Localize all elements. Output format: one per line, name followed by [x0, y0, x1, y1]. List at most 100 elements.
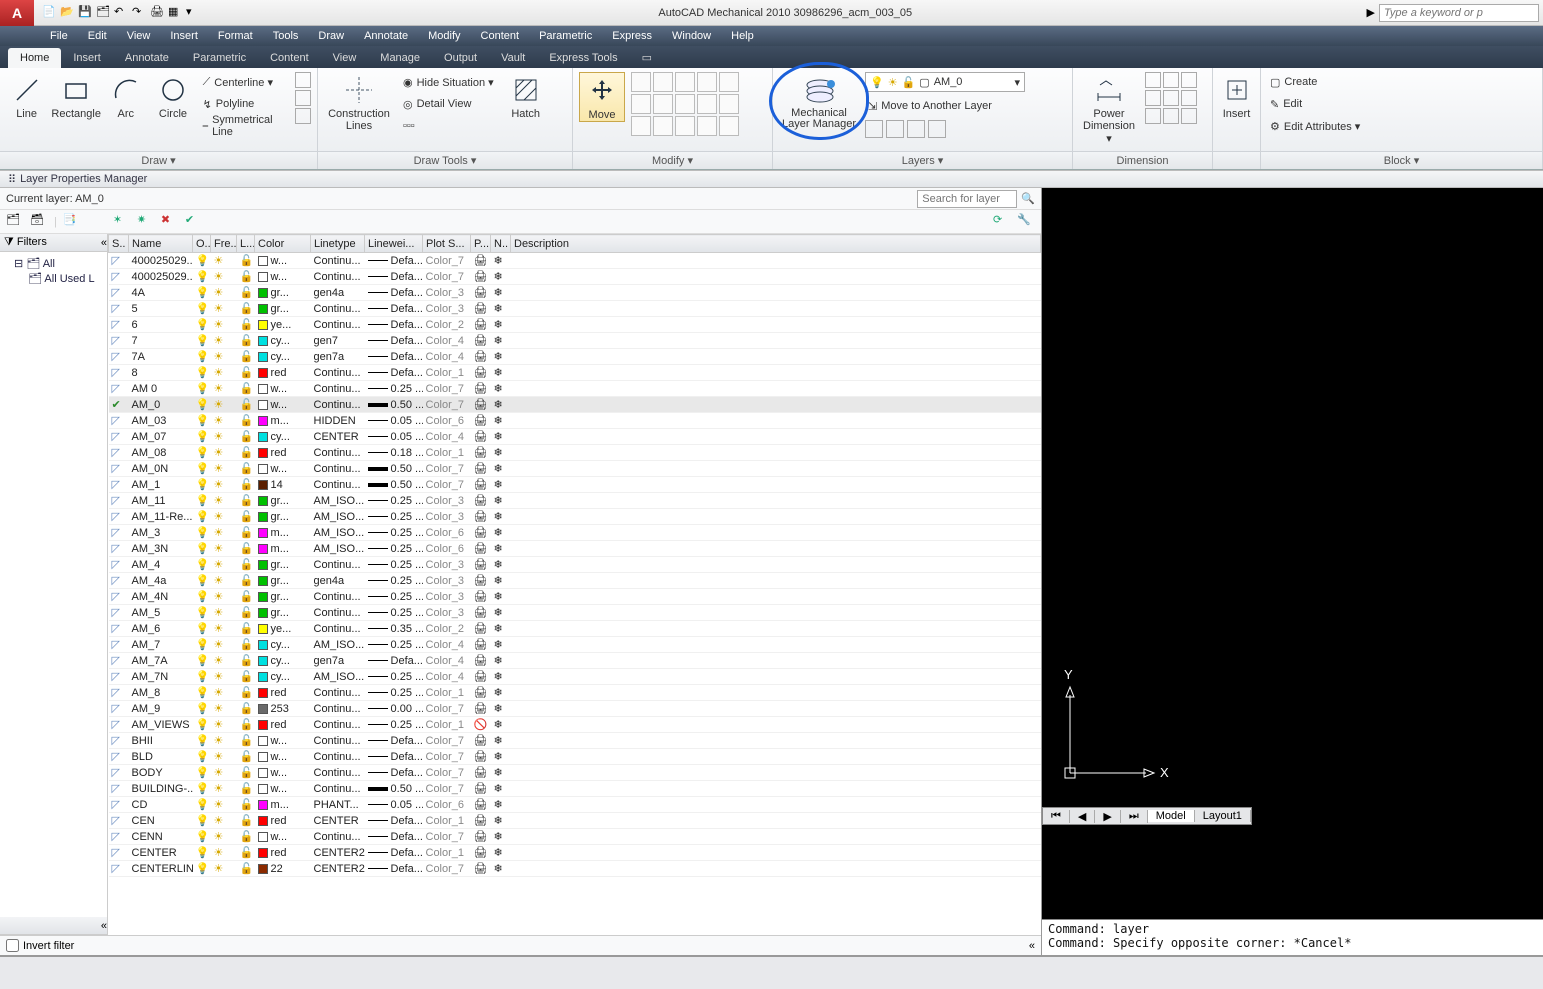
- layer-row[interactable]: ◸AM_VIEWS💡☀🔓 redContinu... 0.25 ...Color…: [109, 717, 1041, 733]
- modify-tool[interactable]: [631, 116, 651, 136]
- menu-window[interactable]: Window: [662, 30, 721, 42]
- menu-insert[interactable]: Insert: [160, 30, 208, 42]
- layer-row[interactable]: ◸BHII💡☀🔓 w...Continu... Defa...Color_7🖨❄: [109, 733, 1041, 749]
- tab-nav-next-icon[interactable]: ▶: [1095, 810, 1120, 823]
- mechanical-layer-manager-button[interactable]: Mechanical Layer Manager: [779, 72, 859, 130]
- dim-tool[interactable]: [1163, 108, 1179, 124]
- menu-format[interactable]: Format: [208, 30, 263, 42]
- qat-saveas-icon[interactable]: 🗂: [96, 5, 112, 21]
- new-filter-icon[interactable]: 🗂: [6, 213, 24, 231]
- layer-row[interactable]: ◸AM_7A💡☀🔓 cy...gen7a Defa...Color_4🖨❄: [109, 653, 1041, 669]
- app-logo[interactable]: A: [0, 0, 34, 26]
- ribbon-tab-vault[interactable]: Vault: [489, 48, 537, 68]
- dim-tool[interactable]: [1163, 90, 1179, 106]
- filters-header[interactable]: ⧩ Filters «: [0, 234, 107, 252]
- drawing-viewport[interactable]: Y X ⏮ ◀ ▶ ⏭ Model Layout1 Command: layer…: [1042, 188, 1543, 955]
- polyline-button[interactable]: ↯Polyline: [200, 94, 289, 114]
- ribbon-tab-focus-icon[interactable]: ▭: [630, 47, 664, 68]
- modify-tool[interactable]: [631, 72, 651, 92]
- qat-redo-icon[interactable]: ↷: [132, 5, 148, 21]
- col-freeze[interactable]: Fre...: [211, 235, 237, 253]
- draw-extra-1[interactable]: [295, 72, 311, 88]
- new-group-icon[interactable]: 🗃: [30, 213, 48, 231]
- col-plot[interactable]: P...: [471, 235, 491, 253]
- panel-modify-label[interactable]: Modify ▾: [573, 151, 772, 169]
- layer-row[interactable]: ◸400025029...💡☀🔓 w...Continu... Defa...C…: [109, 269, 1041, 285]
- modify-tool[interactable]: [697, 94, 717, 114]
- layer-row[interactable]: ◸AM_03💡☀🔓 m...HIDDEN 0.05 ...Color_6🖨❄: [109, 413, 1041, 429]
- layer-row[interactable]: ◸AM_3💡☀🔓 m...AM_ISO... 0.25 ...Color_6🖨❄: [109, 525, 1041, 541]
- layer-row[interactable]: ◸AM_9💡☀🔓 253Continu... 0.00 ...Color_7🖨❄: [109, 701, 1041, 717]
- layer-row[interactable]: ◸AM_07💡☀🔓 cy...CENTER 0.05 ...Color_4🖨❄: [109, 429, 1041, 445]
- ribbon-tab-content[interactable]: Content: [258, 48, 321, 68]
- new-layer-icon[interactable]: ✶: [113, 213, 131, 231]
- menu-content[interactable]: Content: [471, 30, 530, 42]
- new-layer-vp-icon[interactable]: ✷: [137, 213, 155, 231]
- lpm-grip-icon[interactable]: ⠿: [8, 173, 16, 186]
- layer-row[interactable]: ◸AM_11-Re...💡☀🔓 gr...AM_ISO... 0.25 ...C…: [109, 509, 1041, 525]
- modify-tool[interactable]: [697, 72, 717, 92]
- qat-save-icon[interactable]: 💾: [78, 5, 94, 21]
- block-edit-button[interactable]: ✎Edit: [1267, 94, 1363, 114]
- menu-annotate[interactable]: Annotate: [354, 30, 418, 42]
- layer-row[interactable]: ◸AM_4💡☀🔓 gr...Continu... 0.25 ...Color_3…: [109, 557, 1041, 573]
- col-color[interactable]: Color: [255, 235, 311, 253]
- delete-layer-icon[interactable]: ✖: [161, 213, 179, 231]
- layer-tool[interactable]: [907, 120, 925, 138]
- modify-tool[interactable]: [719, 116, 739, 136]
- layer-row[interactable]: ◸CENN💡☀🔓 w...Continu... Defa...Color_7🖨❄: [109, 829, 1041, 845]
- layer-row[interactable]: ◸CENTERLINE💡☀🔓 22CENTER2 Defa...Color_7🖨…: [109, 861, 1041, 877]
- col-plotstyle[interactable]: Plot S...: [423, 235, 471, 253]
- menu-view[interactable]: View: [117, 30, 161, 42]
- menu-file[interactable]: File: [40, 30, 78, 42]
- construction-lines-button[interactable]: Construction Lines: [324, 72, 394, 132]
- layer-row[interactable]: ◸CENTER💡☀🔓 redCENTER2 Defa...Color_1🖨❄: [109, 845, 1041, 861]
- qat-open-icon[interactable]: 📂: [60, 5, 76, 21]
- layer-states-icon[interactable]: 📑: [63, 213, 81, 231]
- panel-dimension-label[interactable]: Dimension: [1073, 151, 1212, 169]
- modify-tool[interactable]: [653, 116, 673, 136]
- line-button[interactable]: Line: [6, 72, 47, 120]
- layer-row[interactable]: ◸AM_8💡☀🔓 redContinu... 0.25 ...Color_1🖨❄: [109, 685, 1041, 701]
- col-description[interactable]: Description: [511, 235, 1041, 253]
- modify-tool[interactable]: [653, 72, 673, 92]
- draw-extra-2[interactable]: [295, 90, 311, 106]
- layer-row[interactable]: ◸BUILDING-...💡☀🔓 w...Continu... 0.50 ...…: [109, 781, 1041, 797]
- ribbon-tab-view[interactable]: View: [321, 48, 369, 68]
- ribbon-tab-output[interactable]: Output: [432, 48, 489, 68]
- layer-row[interactable]: ◸CD💡☀🔓 m...PHANT... 0.05 ...Color_6🖨❄: [109, 797, 1041, 813]
- layer-row[interactable]: ◸4A💡☀🔓 gr...gen4a Defa...Color_3🖨❄: [109, 285, 1041, 301]
- dim-tool[interactable]: [1145, 72, 1161, 88]
- col-on[interactable]: O..: [193, 235, 211, 253]
- ribbon-tab-expresstools[interactable]: Express Tools: [537, 48, 629, 68]
- layer-row[interactable]: ◸7A💡☀🔓 cy...gen7a Defa...Color_4🖨❄: [109, 349, 1041, 365]
- modify-tool[interactable]: [675, 72, 695, 92]
- dim-tool[interactable]: [1163, 72, 1179, 88]
- rectangle-button[interactable]: Rectangle: [53, 72, 99, 120]
- col-lineweight[interactable]: Linewei...: [365, 235, 423, 253]
- layer-tool[interactable]: [865, 120, 883, 138]
- tab-nav-prev-icon[interactable]: ◀: [1070, 810, 1095, 823]
- panel-block-label[interactable]: Block ▾: [1261, 151, 1542, 169]
- menu-help[interactable]: Help: [721, 30, 764, 42]
- modify-tool[interactable]: [697, 116, 717, 136]
- move-to-another-layer-button[interactable]: ⇲Move to Another Layer: [865, 96, 1025, 116]
- qat-undo-icon[interactable]: ↶: [114, 5, 130, 21]
- layer-row[interactable]: ◸AM_7💡☀🔓 cy...AM_ISO... 0.25 ...Color_4🖨…: [109, 637, 1041, 653]
- panel-drawtools-label[interactable]: Draw Tools ▾: [318, 151, 572, 169]
- col-status[interactable]: S..: [109, 235, 129, 253]
- layer-row[interactable]: ◸BLD💡☀🔓 w...Continu... Defa...Color_7🖨❄: [109, 749, 1041, 765]
- modify-tool[interactable]: [675, 94, 695, 114]
- panel-layers-label[interactable]: Layers ▾: [773, 151, 1072, 169]
- detail-view-button[interactable]: ◎Detail View: [400, 94, 497, 114]
- keyword-search-input[interactable]: [1379, 4, 1539, 22]
- dim-tool[interactable]: [1181, 72, 1197, 88]
- centerline-button[interactable]: ⟋Centerline ▾: [200, 72, 289, 92]
- layer-row[interactable]: ◸BODY💡☀🔓 w...Continu... Defa...Color_7🖨❄: [109, 765, 1041, 781]
- layer-row[interactable]: ◸AM_11💡☀🔓 gr...AM_ISO... 0.25 ...Color_3…: [109, 493, 1041, 509]
- layer-row[interactable]: ◸AM 0💡☀🔓 w...Continu... 0.25 ...Color_7🖨…: [109, 381, 1041, 397]
- qat-dd-icon[interactable]: ▾: [186, 5, 202, 21]
- search-icon[interactable]: 🔍: [1021, 192, 1035, 205]
- menu-express[interactable]: Express: [602, 30, 662, 42]
- layer-tool[interactable]: [886, 120, 904, 138]
